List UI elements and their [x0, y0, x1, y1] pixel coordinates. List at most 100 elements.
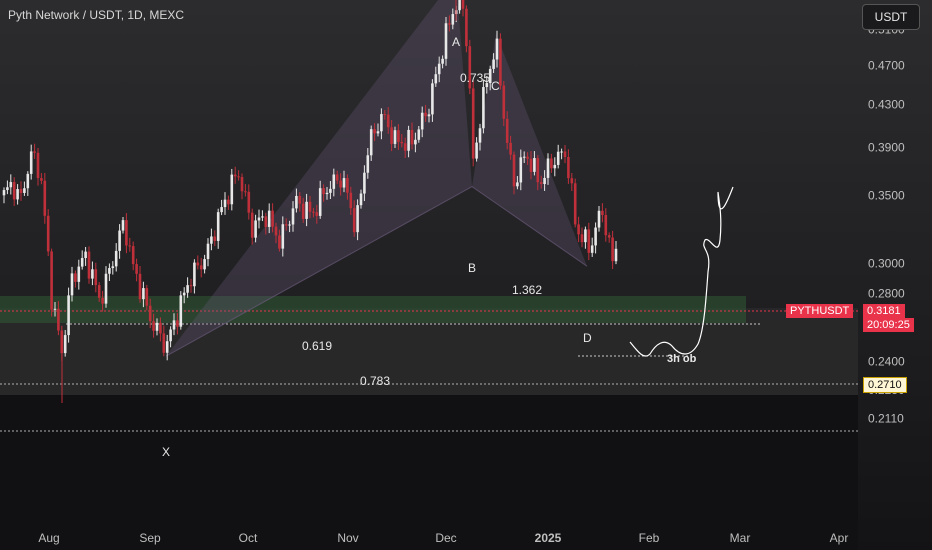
candle [227, 195, 230, 210]
y-axis-tick-label: 0.2800 [868, 287, 905, 301]
candle [203, 254, 206, 274]
candle-body [101, 297, 104, 304]
candle-body [206, 243, 210, 260]
bottom-band [0, 395, 858, 550]
candle [213, 230, 217, 247]
candle [580, 227, 584, 248]
candle-body [335, 174, 339, 181]
candle-body [594, 227, 597, 246]
candle-body [611, 237, 614, 262]
candle [80, 250, 84, 270]
candle-body [12, 182, 16, 200]
candle [475, 137, 478, 162]
candle [220, 199, 223, 216]
candle-body [607, 235, 611, 238]
candle-body [43, 180, 47, 216]
candle-body [220, 207, 223, 213]
candle [250, 208, 254, 245]
candle-body [148, 305, 152, 322]
candle [461, 0, 465, 17]
candle-body [97, 285, 101, 298]
candle-body [584, 229, 587, 243]
candle [444, 17, 448, 66]
x-axis-tick-label: Aug [38, 531, 59, 545]
x-axis-tick-label: 2025 [535, 531, 562, 545]
label-x: X [162, 445, 170, 459]
candle-body [533, 158, 536, 172]
y-axis-tick-label: 0.4300 [868, 98, 905, 112]
candle-body [121, 220, 125, 231]
candle [223, 192, 227, 215]
candle-body [26, 173, 30, 189]
candle [196, 255, 200, 270]
label-b: B [468, 261, 476, 275]
candle-body [407, 129, 410, 151]
candle [230, 168, 234, 211]
candle [179, 291, 183, 330]
chart-stage[interactable]: ABCDX0.7351.3620.6190.7833h ob 0.55000.5… [0, 0, 932, 550]
candle [77, 259, 81, 290]
candle-body [213, 236, 217, 241]
candle [23, 181, 26, 196]
candle-body [210, 236, 213, 244]
candle-body [437, 63, 441, 75]
candle-body [182, 292, 186, 296]
candle-body [322, 188, 325, 195]
candle-body [57, 308, 60, 331]
candle-body [244, 191, 247, 193]
candle-body [108, 268, 111, 274]
candle [614, 241, 618, 265]
candle-body [539, 182, 543, 185]
harmonic-bcd-wing [472, 33, 587, 267]
candle [114, 243, 118, 272]
candle-body [67, 295, 70, 336]
candle-body [152, 321, 155, 331]
candle-body [274, 226, 278, 236]
candle [206, 238, 210, 267]
candle-body [305, 201, 308, 219]
candle-body [563, 151, 567, 158]
candle-body [230, 174, 234, 205]
candle-body [223, 199, 227, 208]
candle-body [295, 195, 298, 209]
candle-body [250, 212, 254, 238]
candle [244, 184, 247, 197]
candle-body [342, 178, 346, 188]
y-axis-tick-label: 0.4700 [868, 58, 905, 72]
price-chart[interactable]: ABCDX0.7351.3620.6190.7833h ob 0.55000.5… [0, 0, 932, 550]
label-a: A [452, 35, 460, 49]
candle-body [427, 114, 431, 117]
candle-body [36, 152, 40, 179]
candle-body [284, 224, 288, 226]
candle-body [373, 129, 376, 134]
candle [594, 222, 597, 254]
candle-body [70, 273, 74, 296]
candle [584, 226, 587, 249]
candle-body [526, 156, 529, 159]
candle-body [94, 269, 98, 286]
demand-zone-band [0, 296, 746, 323]
candle-body [509, 142, 512, 155]
candle-body [128, 245, 132, 247]
candle [128, 237, 132, 252]
candle [556, 144, 560, 169]
candle-body [451, 14, 455, 25]
candle-body [601, 210, 604, 216]
candle-body [288, 224, 291, 226]
y-axis-tick-label: 0.2110 [868, 411, 904, 425]
candle [50, 248, 53, 317]
candle-body [614, 248, 618, 262]
x-axis-tick-label: Dec [435, 531, 456, 545]
candle [257, 209, 261, 229]
candle [125, 213, 128, 254]
candle [87, 246, 91, 284]
candle-body [546, 158, 550, 178]
candle [2, 187, 6, 204]
currency-button[interactable]: USDT [862, 4, 920, 30]
candle-body [492, 59, 495, 69]
candle-body [444, 23, 448, 59]
candle [118, 224, 121, 259]
candle [84, 246, 87, 266]
candle-body [349, 192, 353, 209]
candle-body [46, 215, 50, 252]
